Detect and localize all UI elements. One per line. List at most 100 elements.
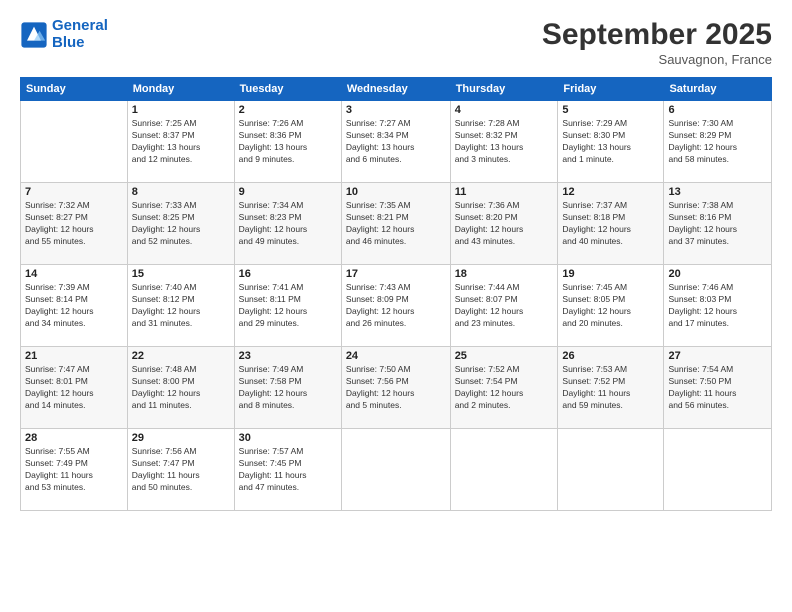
col-header-wednesday: Wednesday (341, 78, 450, 101)
logo-text: General Blue (52, 18, 108, 51)
day-info: Sunrise: 7:30 AM Sunset: 8:29 PM Dayligh… (668, 118, 767, 166)
day-number: 23 (239, 350, 337, 362)
day-cell: 28 Sunrise: 7:55 AM Sunset: 7:49 PM Dayli… (21, 429, 128, 511)
day-cell (21, 101, 128, 183)
day-info: Sunrise: 7:55 AM Sunset: 7:49 PM Dayligh… (25, 446, 123, 494)
col-header-saturday: Saturday (664, 78, 772, 101)
day-number: 4 (455, 104, 554, 116)
day-number: 21 (25, 350, 123, 362)
day-info: Sunrise: 7:29 AM Sunset: 8:30 PM Dayligh… (562, 118, 659, 166)
day-number: 15 (132, 268, 230, 280)
day-info: Sunrise: 7:43 AM Sunset: 8:09 PM Dayligh… (346, 282, 446, 330)
day-info: Sunrise: 7:54 AM Sunset: 7:50 PM Dayligh… (668, 364, 767, 412)
day-number: 17 (346, 268, 446, 280)
day-number: 1 (132, 104, 230, 116)
day-info: Sunrise: 7:25 AM Sunset: 8:37 PM Dayligh… (132, 118, 230, 166)
week-row-3: 21 Sunrise: 7:47 AM Sunset: 8:01 PM Dayli… (21, 347, 772, 429)
day-info: Sunrise: 7:45 AM Sunset: 8:05 PM Dayligh… (562, 282, 659, 330)
day-cell: 22Sunrise: 7:48 AM Sunset: 8:00 PM Dayli… (127, 347, 234, 429)
day-info: Sunrise: 7:50 AM Sunset: 7:56 PM Dayligh… (346, 364, 446, 412)
day-cell: 3Sunrise: 7:27 AM Sunset: 8:34 PM Daylig… (341, 101, 450, 183)
day-info: Sunrise: 7:44 AM Sunset: 8:07 PM Dayligh… (455, 282, 554, 330)
col-header-tuesday: Tuesday (234, 78, 341, 101)
day-number: 24 (346, 350, 446, 362)
day-info: Sunrise: 7:49 AM Sunset: 7:58 PM Dayligh… (239, 364, 337, 412)
day-info: Sunrise: 7:36 AM Sunset: 8:20 PM Dayligh… (455, 200, 554, 248)
week-row-0: 1 Sunrise: 7:25 AM Sunset: 8:37 PM Daylig… (21, 101, 772, 183)
day-cell: 11 Sunrise: 7:36 AM Sunset: 8:20 PM Dayli… (450, 183, 558, 265)
col-header-sunday: Sunday (21, 78, 128, 101)
col-header-friday: Friday (558, 78, 664, 101)
day-number: 7 (25, 186, 123, 198)
day-number: 29 (132, 432, 230, 444)
calendar-table: SundayMondayTuesdayWednesdayThursdayFrid… (20, 77, 772, 511)
day-cell: 21 Sunrise: 7:47 AM Sunset: 8:01 PM Dayli… (21, 347, 128, 429)
day-info: Sunrise: 7:38 AM Sunset: 8:16 PM Dayligh… (668, 200, 767, 248)
day-cell: 8Sunrise: 7:33 AM Sunset: 8:25 PM Daylig… (127, 183, 234, 265)
day-cell: 4Sunrise: 7:28 AM Sunset: 8:32 PM Daylig… (450, 101, 558, 183)
day-cell: 27 Sunrise: 7:54 AM Sunset: 7:50 PM Dayli… (664, 347, 772, 429)
location: Sauvagnon, France (542, 52, 772, 67)
day-info: Sunrise: 7:47 AM Sunset: 8:01 PM Dayligh… (25, 364, 123, 412)
day-info: Sunrise: 7:32 AM Sunset: 8:27 PM Dayligh… (25, 200, 123, 248)
month-title: September 2025 (542, 18, 772, 52)
day-cell (450, 429, 558, 511)
day-number: 10 (346, 186, 446, 198)
col-header-monday: Monday (127, 78, 234, 101)
logo-icon (20, 21, 48, 49)
day-number: 19 (562, 268, 659, 280)
header-row: SundayMondayTuesdayWednesdayThursdayFrid… (21, 78, 772, 101)
day-cell: 6 Sunrise: 7:30 AM Sunset: 8:29 PM Daylig… (664, 101, 772, 183)
day-cell: 14 Sunrise: 7:39 AM Sunset: 8:14 PM Dayli… (21, 265, 128, 347)
day-number: 12 (562, 186, 659, 198)
day-number: 13 (668, 186, 767, 198)
day-info: Sunrise: 7:53 AM Sunset: 7:52 PM Dayligh… (562, 364, 659, 412)
day-number: 16 (239, 268, 337, 280)
day-cell (664, 429, 772, 511)
day-number: 30 (239, 432, 337, 444)
day-info: Sunrise: 7:56 AM Sunset: 7:47 PM Dayligh… (132, 446, 230, 494)
day-info: Sunrise: 7:34 AM Sunset: 8:23 PM Dayligh… (239, 200, 337, 248)
day-info: Sunrise: 7:35 AM Sunset: 8:21 PM Dayligh… (346, 200, 446, 248)
day-cell: 12 Sunrise: 7:37 AM Sunset: 8:18 PM Dayli… (558, 183, 664, 265)
col-header-thursday: Thursday (450, 78, 558, 101)
day-cell: 17 Sunrise: 7:43 AM Sunset: 8:09 PM Dayli… (341, 265, 450, 347)
week-row-2: 14 Sunrise: 7:39 AM Sunset: 8:14 PM Dayli… (21, 265, 772, 347)
day-number: 26 (562, 350, 659, 362)
day-cell: 7 Sunrise: 7:32 AM Sunset: 8:27 PM Daylig… (21, 183, 128, 265)
day-number: 20 (668, 268, 767, 280)
day-info: Sunrise: 7:33 AM Sunset: 8:25 PM Dayligh… (132, 200, 230, 248)
day-cell: 2Sunrise: 7:26 AM Sunset: 8:36 PM Daylig… (234, 101, 341, 183)
day-cell: 10 Sunrise: 7:35 AM Sunset: 8:21 PM Dayli… (341, 183, 450, 265)
day-info: Sunrise: 7:48 AM Sunset: 8:00 PM Dayligh… (132, 364, 230, 412)
day-cell: 18Sunrise: 7:44 AM Sunset: 8:07 PM Dayli… (450, 265, 558, 347)
day-info: Sunrise: 7:52 AM Sunset: 7:54 PM Dayligh… (455, 364, 554, 412)
day-info: Sunrise: 7:37 AM Sunset: 8:18 PM Dayligh… (562, 200, 659, 248)
day-number: 5 (562, 104, 659, 116)
day-info: Sunrise: 7:27 AM Sunset: 8:34 PM Dayligh… (346, 118, 446, 166)
day-cell: 20Sunrise: 7:46 AM Sunset: 8:03 PM Dayli… (664, 265, 772, 347)
day-number: 2 (239, 104, 337, 116)
logo: General Blue (20, 18, 108, 51)
day-info: Sunrise: 7:40 AM Sunset: 8:12 PM Dayligh… (132, 282, 230, 330)
day-cell: 13 Sunrise: 7:38 AM Sunset: 8:16 PM Dayli… (664, 183, 772, 265)
day-cell: 19 Sunrise: 7:45 AM Sunset: 8:05 PM Dayli… (558, 265, 664, 347)
day-cell: 24 Sunrise: 7:50 AM Sunset: 7:56 PM Dayli… (341, 347, 450, 429)
day-number: 14 (25, 268, 123, 280)
day-info: Sunrise: 7:39 AM Sunset: 8:14 PM Dayligh… (25, 282, 123, 330)
day-cell: 9Sunrise: 7:34 AM Sunset: 8:23 PM Daylig… (234, 183, 341, 265)
day-number: 11 (455, 186, 554, 198)
day-cell: 1 Sunrise: 7:25 AM Sunset: 8:37 PM Daylig… (127, 101, 234, 183)
day-cell: 5 Sunrise: 7:29 AM Sunset: 8:30 PM Daylig… (558, 101, 664, 183)
day-cell (558, 429, 664, 511)
header: General Blue September 2025 Sauvagnon, F… (20, 18, 772, 67)
title-block: September 2025 Sauvagnon, France (542, 18, 772, 67)
logo-line1: General (52, 17, 108, 34)
day-cell: 30Sunrise: 7:57 AM Sunset: 7:45 PM Dayli… (234, 429, 341, 511)
day-number: 27 (668, 350, 767, 362)
day-number: 6 (668, 104, 767, 116)
day-cell: 26 Sunrise: 7:53 AM Sunset: 7:52 PM Dayli… (558, 347, 664, 429)
day-cell: 15 Sunrise: 7:40 AM Sunset: 8:12 PM Dayli… (127, 265, 234, 347)
day-number: 28 (25, 432, 123, 444)
day-cell: 16Sunrise: 7:41 AM Sunset: 8:11 PM Dayli… (234, 265, 341, 347)
